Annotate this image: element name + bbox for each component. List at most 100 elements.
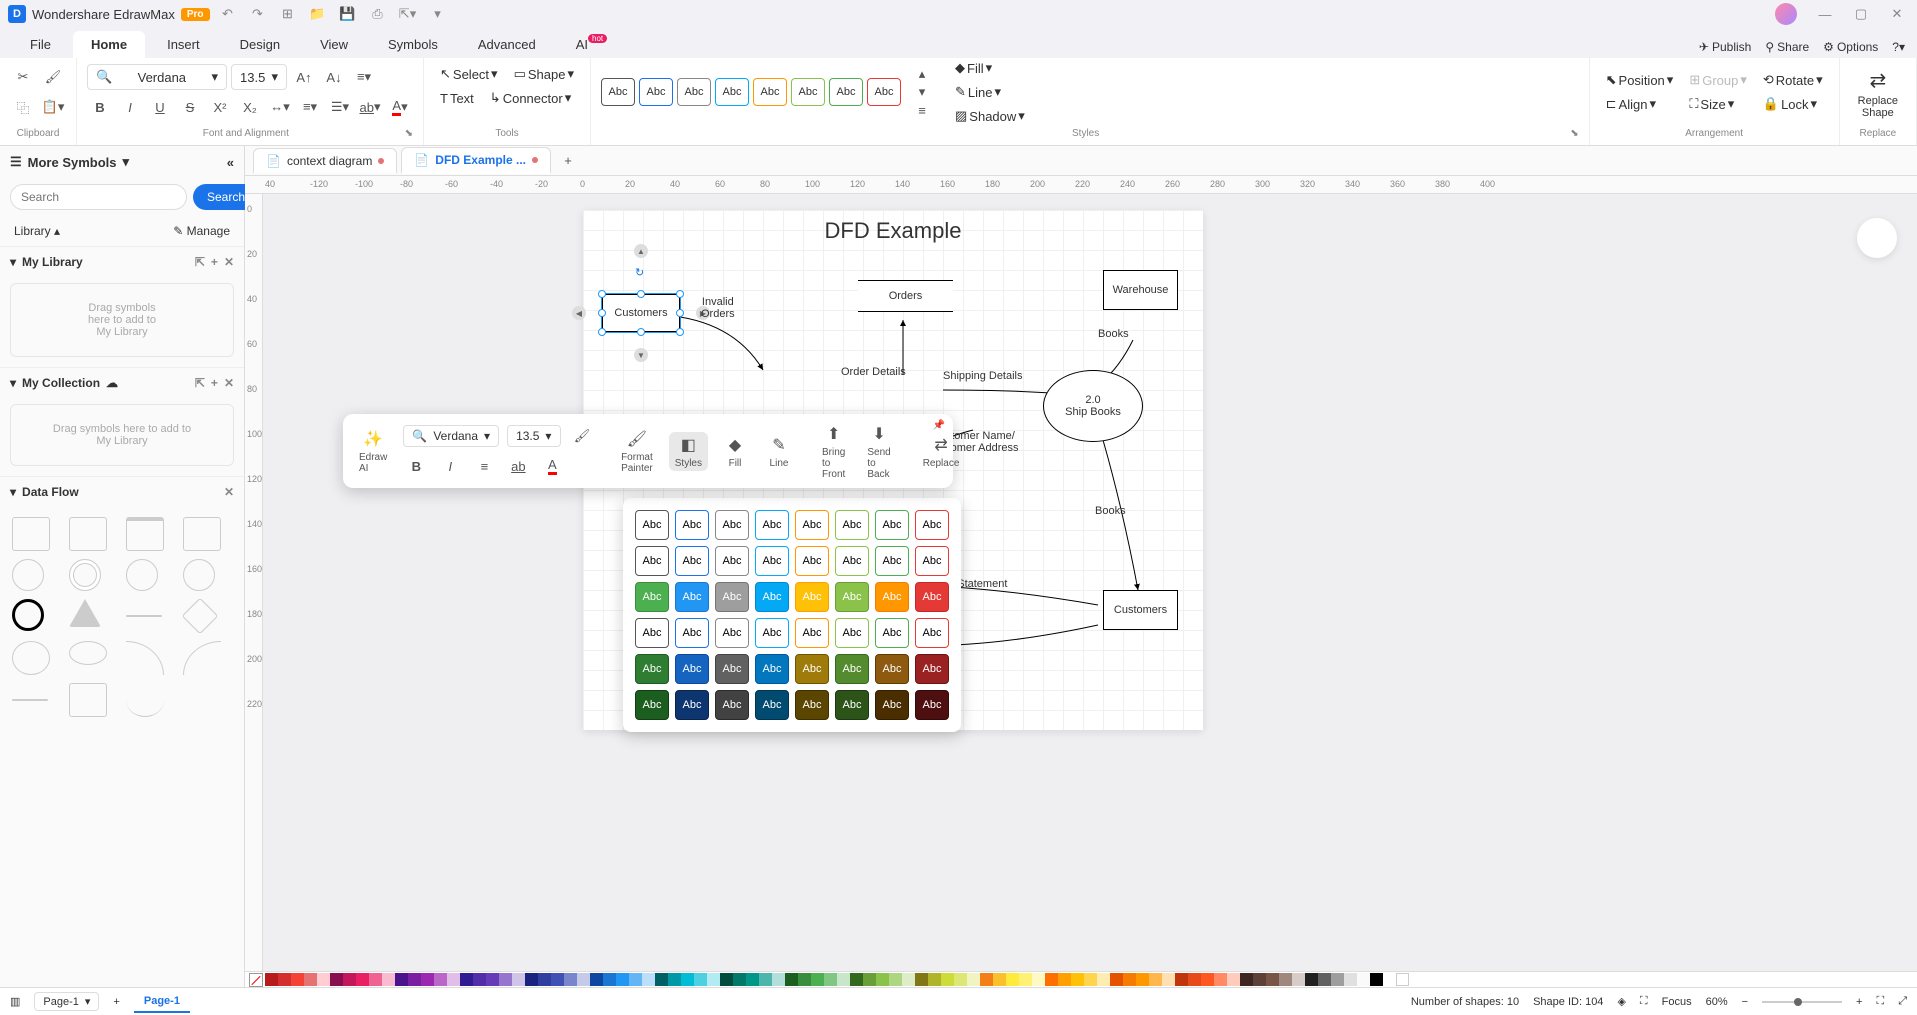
quick-style-7[interactable]: Abc (829, 78, 863, 106)
bring-to-front-button[interactable]: ⬆Bring to Front (816, 421, 851, 482)
styles-button[interactable]: ◧Styles (669, 432, 708, 471)
open-icon[interactable]: 📁 (310, 6, 326, 22)
shape-circle-2[interactable] (69, 559, 101, 591)
color-cell[interactable] (1071, 973, 1084, 986)
color-cell[interactable] (343, 973, 356, 986)
share-button[interactable]: ⚲ Share (1765, 40, 1809, 54)
edit-library-icon[interactable]: ⇱ (195, 255, 205, 269)
style-swatch[interactable]: Abc (835, 510, 869, 540)
color-cell[interactable] (369, 973, 382, 986)
style-swatch[interactable]: Abc (755, 546, 789, 576)
shape-arrow[interactable] (12, 699, 48, 701)
redo-icon[interactable]: ↷ (250, 6, 266, 22)
label-books-2[interactable]: Books (1095, 505, 1126, 517)
styles-scroll-down-icon[interactable]: ▾ (909, 83, 935, 101)
color-cell[interactable] (304, 973, 317, 986)
color-cell[interactable] (473, 973, 486, 986)
style-swatch[interactable]: Abc (915, 654, 949, 684)
my-library-header[interactable]: My Library (22, 255, 83, 269)
style-swatch[interactable]: Abc (915, 582, 949, 612)
color-cell[interactable] (382, 973, 395, 986)
menu-home[interactable]: Home (73, 31, 145, 58)
close-icon[interactable]: ✕ (1889, 6, 1905, 22)
bold-icon[interactable]: B (87, 94, 113, 120)
collapse-sidebar-icon[interactable]: « (227, 155, 234, 170)
style-swatch[interactable]: Abc (675, 510, 709, 540)
shape-rect-2[interactable] (69, 517, 107, 551)
style-swatch[interactable]: Abc (875, 618, 909, 648)
color-cell[interactable] (811, 973, 824, 986)
style-swatch[interactable]: Abc (795, 654, 829, 684)
style-swatch[interactable]: Abc (755, 654, 789, 684)
style-swatch[interactable]: Abc (675, 582, 709, 612)
color-cell[interactable] (421, 973, 434, 986)
color-cell[interactable] (486, 973, 499, 986)
style-swatch[interactable]: Abc (755, 510, 789, 540)
node-customers-1[interactable]: Customers (602, 294, 680, 332)
label-invalid-orders[interactable]: Invalid Orders (701, 296, 735, 320)
style-swatch[interactable]: Abc (715, 582, 749, 612)
color-cell[interactable] (1292, 973, 1305, 986)
color-cell[interactable] (1188, 973, 1201, 986)
close-dataflow-icon[interactable]: ✕ (224, 485, 234, 499)
node-customers-2[interactable]: Customers (1103, 590, 1178, 630)
quick-style-1[interactable]: Abc (601, 78, 635, 106)
color-cell[interactable] (265, 973, 278, 986)
replace-shape-button[interactable]: ⇄ Replace Shape (1850, 64, 1906, 123)
zoom-out-icon[interactable]: − (1742, 996, 1748, 1008)
my-collection-header[interactable]: My Collection (22, 376, 100, 390)
italic-icon[interactable]: I (117, 94, 143, 120)
sidebar-title[interactable]: More Symbols (28, 155, 117, 170)
color-cell[interactable] (434, 973, 447, 986)
format-painter-icon[interactable]: 🖌 (40, 64, 66, 90)
color-cell[interactable] (1279, 973, 1292, 986)
color-cell[interactable] (629, 973, 642, 986)
color-cell[interactable] (538, 973, 551, 986)
shape-tool[interactable]: ▭ Shape ▾ (508, 64, 580, 84)
size-dropdown[interactable]: ⛶ Size ▾ (1683, 94, 1753, 114)
color-cell[interactable] (460, 973, 473, 986)
bullets-icon[interactable]: ☰▾ (327, 94, 353, 120)
color-cell[interactable] (928, 973, 941, 986)
assistant-orb-icon[interactable] (1857, 218, 1897, 258)
shape-rect-1[interactable] (12, 517, 50, 551)
library-dropzone[interactable]: Drag symbols here to add to My Library (10, 283, 234, 357)
color-cell[interactable] (720, 973, 733, 986)
color-cell[interactable] (954, 973, 967, 986)
fill-dropdown[interactable]: ◆ Fill ▾ (949, 58, 1031, 78)
float-size-select[interactable]: 13.5 ▾ (507, 425, 561, 447)
quick-style-3[interactable]: Abc (677, 78, 711, 106)
style-swatch[interactable]: Abc (875, 654, 909, 684)
color-cell[interactable] (824, 973, 837, 986)
color-cell[interactable] (291, 973, 304, 986)
color-cell[interactable] (967, 973, 980, 986)
color-cell[interactable] (642, 973, 655, 986)
color-cell[interactable] (889, 973, 902, 986)
color-cell[interactable] (1331, 973, 1344, 986)
color-cell[interactable] (694, 973, 707, 986)
color-cell[interactable] (1305, 973, 1318, 986)
color-cell[interactable] (278, 973, 291, 986)
menu-symbols[interactable]: Symbols (370, 31, 456, 58)
edit-collection-icon[interactable]: ⇱ (195, 376, 205, 390)
page-nav-icon[interactable]: ▥ (10, 995, 20, 1008)
diagram-title[interactable]: DFD Example (583, 210, 1203, 252)
style-swatch[interactable]: Abc (835, 546, 869, 576)
color-cell[interactable] (759, 973, 772, 986)
style-swatch[interactable]: Abc (635, 546, 669, 576)
color-cell[interactable] (1266, 973, 1279, 986)
color-cell[interactable] (447, 973, 460, 986)
color-cell[interactable] (330, 973, 343, 986)
style-swatch[interactable]: Abc (675, 546, 709, 576)
shape-circle-3[interactable] (126, 559, 158, 591)
node-ship-books[interactable]: 2.0 Ship Books (1043, 370, 1143, 442)
color-cell[interactable] (1318, 973, 1331, 986)
format-painter-button[interactable]: 🖌Format Painter (615, 426, 659, 476)
style-swatch[interactable]: Abc (675, 654, 709, 684)
color-cell[interactable] (1097, 973, 1110, 986)
quick-style-2[interactable]: Abc (639, 78, 673, 106)
zoom-slider[interactable] (1762, 1001, 1842, 1003)
style-swatch[interactable]: Abc (915, 618, 949, 648)
rotate-dropdown[interactable]: ⟲ Rotate ▾ (1757, 70, 1829, 90)
subscript-icon[interactable]: X₂ (237, 94, 263, 120)
